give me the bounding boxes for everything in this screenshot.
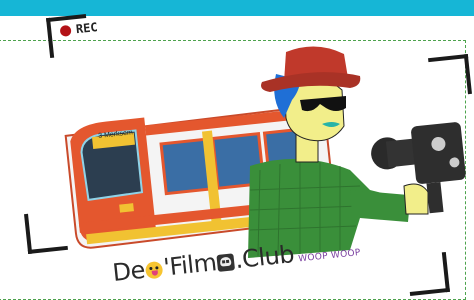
viewfinder-corner-top-right (428, 54, 472, 98)
logo-part-1: De (111, 255, 147, 287)
camera-body (411, 122, 466, 184)
tram-headlight (119, 203, 134, 213)
hand (403, 183, 429, 215)
skull-icon (216, 252, 236, 272)
logo-part-2: 'Film (162, 248, 218, 282)
viewfinder-corner-bottom-left (24, 210, 68, 254)
record-dot-icon (59, 24, 72, 37)
rec-label: REC (75, 20, 99, 37)
smiley-emoji-icon (144, 260, 164, 279)
viewfinder-corner-bottom-right (406, 252, 450, 296)
camera-grip (426, 181, 444, 214)
